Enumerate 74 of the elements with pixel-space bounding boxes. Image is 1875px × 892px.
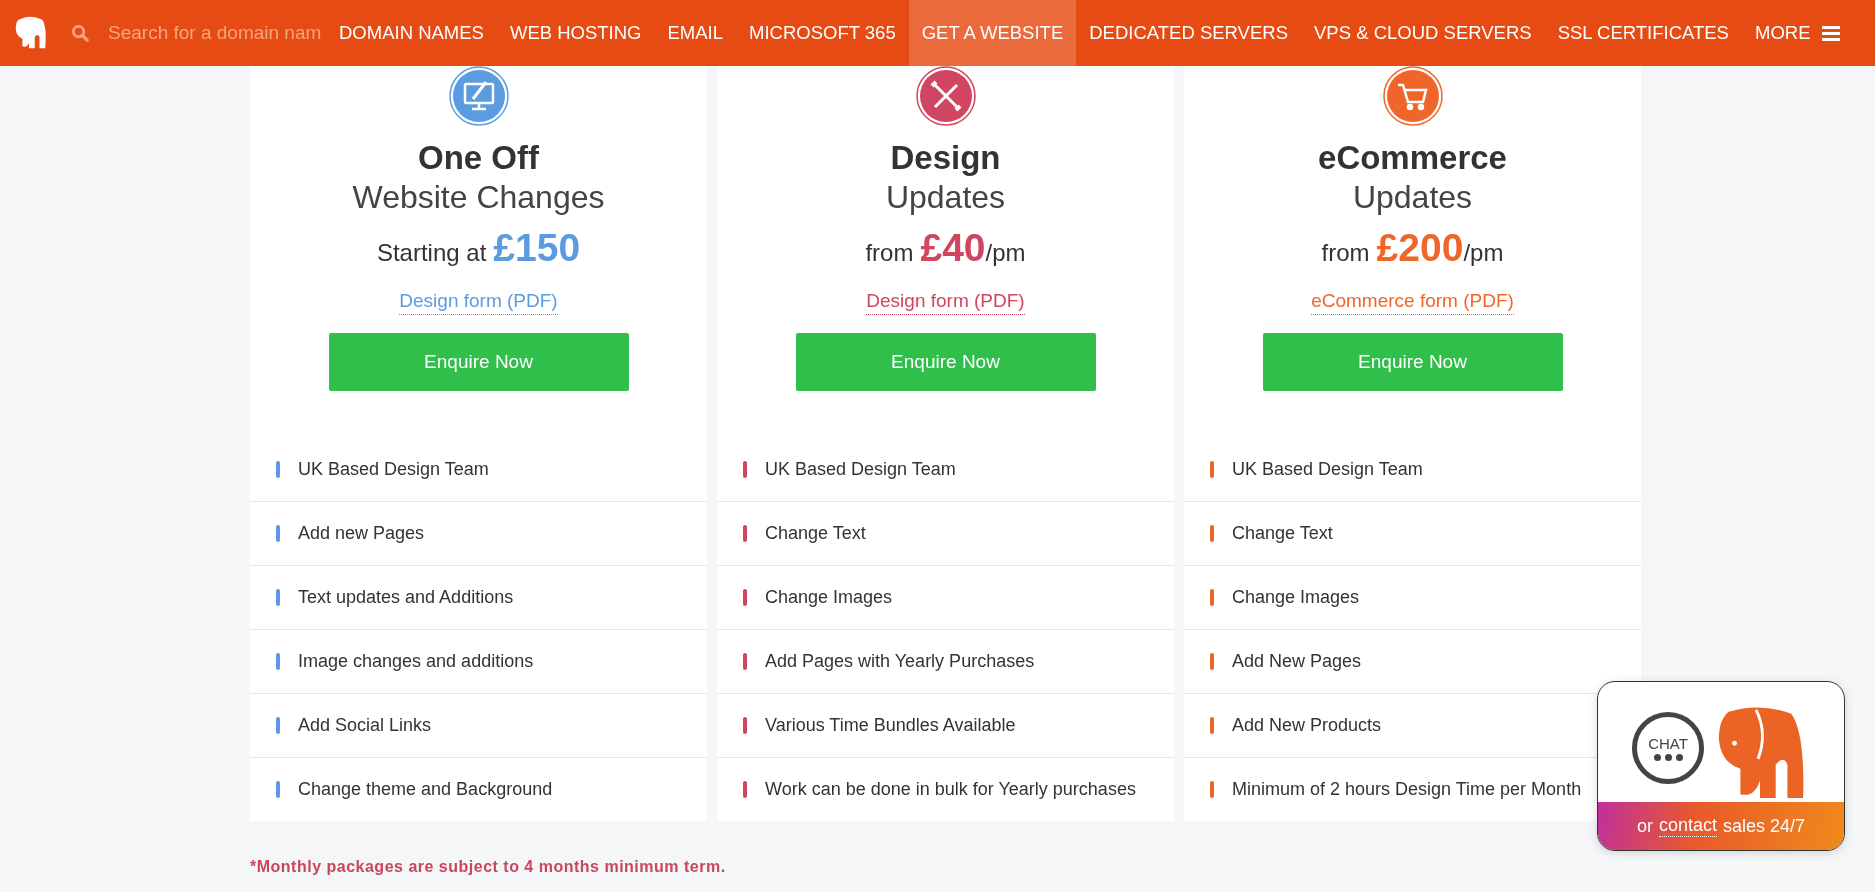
price: £150 — [493, 226, 581, 270]
price-prefix: from — [865, 239, 914, 267]
form-link[interactable]: eCommerce form (PDF) — [1311, 290, 1514, 315]
price: £200 — [1376, 226, 1464, 270]
enquire-button[interactable]: Enquire Now — [795, 333, 1096, 391]
menu-icon — [1822, 25, 1841, 41]
footnote: *Monthly packages are subject to 4 months minimum term. — [250, 858, 727, 876]
bullet-bar-icon — [276, 525, 280, 542]
price: £40 — [920, 226, 986, 270]
bullet-bar-icon — [1210, 525, 1214, 542]
bullet-bar-icon — [1210, 589, 1214, 606]
feature-text: Add New Products — [1232, 715, 1382, 736]
plan-subtitle: Website Changes — [352, 178, 605, 216]
chat-footer-text: or — [1636, 815, 1653, 837]
price-prefix: from — [1321, 239, 1370, 267]
form-link[interactable]: Design form (PDF) — [399, 290, 558, 315]
search-field[interactable]: Search for a domain nam — [71, 22, 326, 44]
nav-link[interactable]: EMAIL — [654, 0, 737, 66]
feature-text: UK Based Design Team — [765, 459, 956, 480]
bullet-bar-icon — [743, 589, 747, 606]
plan-title: One Off — [418, 138, 539, 178]
bullet-bar-icon — [743, 461, 747, 478]
plan-title: Design — [890, 138, 1001, 178]
feature-text: Change Images — [765, 587, 893, 608]
feature-text: Add New Pages — [1232, 651, 1362, 672]
nav-link[interactable]: DEDICATED SERVERS — [1076, 0, 1301, 66]
search-icon — [71, 23, 90, 43]
chat-footer-text: sales 24/7 — [1723, 815, 1806, 837]
bullet-bar-icon — [743, 653, 747, 670]
plan-subtitle: Updates — [1352, 178, 1473, 216]
feature-text: Text updates and Additions — [298, 587, 514, 608]
feature-text: UK Based Design Team — [298, 459, 489, 480]
bullet-bar-icon — [276, 653, 280, 670]
price-period: /pm — [1463, 239, 1504, 267]
chat-bubble-icon: CHAT — [1632, 712, 1704, 784]
feature-text: Change Images — [1232, 587, 1360, 608]
bullet-bar-icon — [276, 717, 280, 734]
enquire-button[interactable]: Enquire Now — [328, 333, 629, 391]
form-link[interactable]: Design form (PDF) — [866, 290, 1025, 315]
bullet-bar-icon — [276, 461, 280, 478]
feature-text: Add Pages with Yearly Purchases — [765, 651, 1035, 672]
bullet-bar-icon — [743, 525, 747, 542]
feature-text: Change Text — [765, 523, 866, 544]
bullet-bar-icon — [743, 717, 747, 734]
price-period: /pm — [985, 239, 1026, 267]
price-prefix: Starting at — [376, 239, 487, 267]
feature-text: Change theme and Background — [298, 779, 553, 800]
feature-text: Minimum of 2 hours Design Time per Month — [1232, 779, 1582, 800]
plan-subtitle: Updates — [885, 178, 1006, 216]
contact-link[interactable]: contact — [1658, 815, 1717, 837]
nav-link[interactable]: WEB HOSTING — [496, 0, 655, 66]
nav-link[interactable]: SSL CERTIFICATES — [1544, 0, 1742, 66]
enquire-button[interactable]: Enquire Now — [1262, 333, 1563, 391]
bullet-bar-icon — [1210, 717, 1214, 734]
plan-title: eCommerce — [1318, 138, 1507, 178]
nav-link[interactable]: GET A WEBSITE — [908, 0, 1077, 66]
nav-link[interactable]: MICROSOFT 365 — [736, 0, 909, 66]
bullet-bar-icon — [1210, 781, 1214, 798]
chat-widget[interactable]: CHAT or contact sales 24/7 — [1597, 681, 1845, 851]
feature-text: Various Time Bundles Available — [765, 715, 1016, 736]
feature-text: Image changes and additions — [298, 651, 534, 672]
feature-text: Add Social Links — [298, 715, 432, 736]
feature-text: Work can be done in bulk for Yearly purchases — [765, 779, 1136, 800]
feature-text: UK Based Design Team — [1232, 459, 1423, 480]
feature-text: Add new Pages — [298, 523, 425, 544]
bullet-bar-icon — [276, 781, 280, 798]
nav-link[interactable]: DOMAIN NAMES — [326, 0, 497, 66]
bullet-bar-icon — [276, 589, 280, 606]
feature-text: Change Text — [1232, 523, 1333, 544]
bullet-bar-icon — [743, 781, 747, 798]
bullet-bar-icon — [1210, 461, 1214, 478]
more-menu-button[interactable]: MORE — [1741, 0, 1849, 66]
bullet-bar-icon — [1210, 653, 1214, 670]
nav-link[interactable]: VPS & CLOUD SERVERS — [1301, 0, 1545, 66]
